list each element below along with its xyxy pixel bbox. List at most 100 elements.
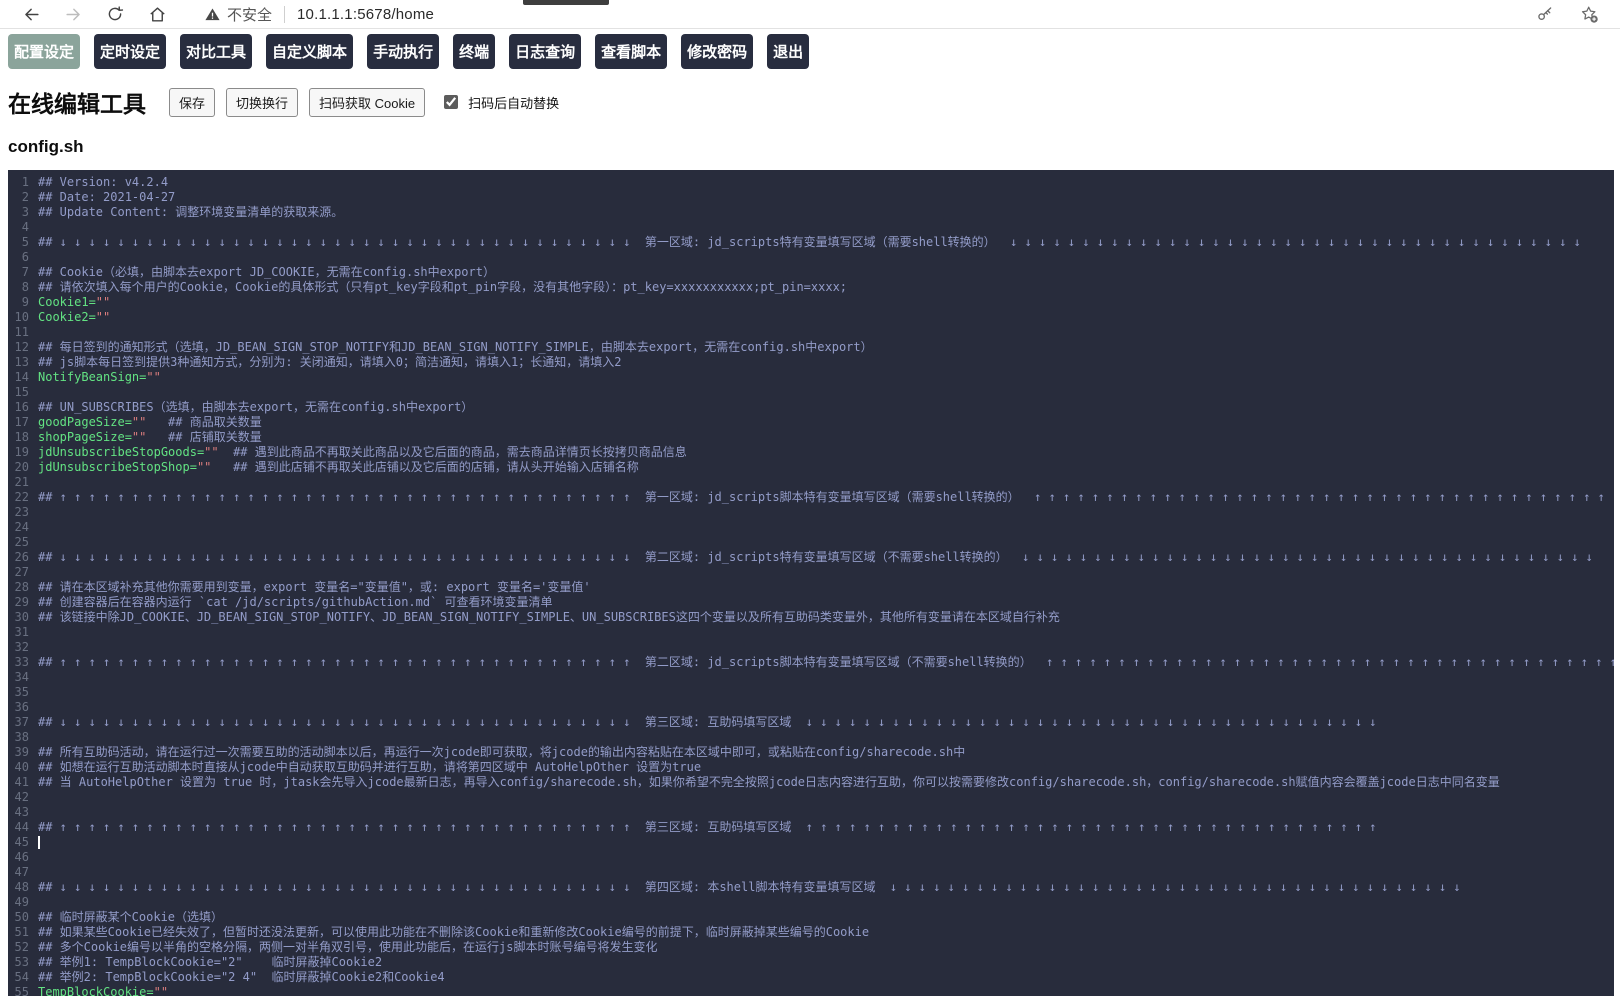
forward-icon[interactable] (62, 3, 84, 25)
editor-line[interactable]: 47 (8, 865, 1614, 880)
password-key-icon[interactable] (1534, 3, 1556, 25)
editor-line[interactable]: 34 (8, 670, 1614, 685)
favorites-add-icon[interactable] (1578, 3, 1600, 25)
line-number: 2 (8, 190, 38, 205)
editor-line[interactable]: 32 (8, 640, 1614, 655)
editor-line[interactable]: 54## 举例2: TempBlockCookie="2 4" 临时屏蔽掉Coo… (8, 970, 1614, 985)
code-text: jdUnsubscribeStopGoods="" ## 遇到此商品不再取关此商… (38, 445, 687, 460)
editor-line[interactable]: 21 (8, 475, 1614, 490)
editor-line[interactable]: 24 (8, 520, 1614, 535)
home-icon[interactable] (146, 3, 168, 25)
editor-line[interactable]: 18shopPageSize="" ## 店铺取关数量 (8, 430, 1614, 445)
editor-line[interactable]: 3## Update Content: 调整环境变量清单的获取来源。 (8, 205, 1614, 220)
code-text: ## ↑ ↑ ↑ ↑ ↑ ↑ ↑ ↑ ↑ ↑ ↑ ↑ ↑ ↑ ↑ ↑ ↑ ↑ ↑… (38, 490, 1605, 505)
auto-replace-checkbox[interactable] (444, 95, 458, 109)
editor-line[interactable]: 22## ↑ ↑ ↑ ↑ ↑ ↑ ↑ ↑ ↑ ↑ ↑ ↑ ↑ ↑ ↑ ↑ ↑ ↑… (8, 490, 1614, 505)
nav-item-change-password[interactable]: 修改密码 (681, 34, 753, 69)
editor-line[interactable]: 45 (8, 835, 1614, 850)
nav-item-log-query[interactable]: 日志查询 (509, 34, 581, 69)
line-number: 7 (8, 265, 38, 280)
line-number: 36 (8, 700, 38, 715)
security-indicator[interactable]: 不安全 (204, 4, 272, 25)
editor-line[interactable]: 46 (8, 850, 1614, 865)
line-number: 1 (8, 175, 38, 190)
editor-line[interactable]: 8## 请依次填入每个用户的Cookie，Cookie的具体形式（只有pt_ke… (8, 280, 1614, 295)
editor-line[interactable]: 16## UN_SUBSCRIBES（选填，由脚本去export，无需在conf… (8, 400, 1614, 415)
nav-item-custom-script[interactable]: 自定义脚本 (266, 34, 353, 69)
nav-item-logout[interactable]: 退出 (767, 34, 809, 69)
editor-line[interactable]: 38 (8, 730, 1614, 745)
line-number: 50 (8, 910, 38, 925)
editor-line[interactable]: 52## 多个Cookie编号以半角的空格分隔，两侧一对半角双引号，使用此功能后… (8, 940, 1614, 955)
editor-line[interactable]: 30## 该链接中除JD_COOKIE、JD_BEAN_SIGN_STOP_NO… (8, 610, 1614, 625)
editor-line[interactable]: 9Cookie1="" (8, 295, 1614, 310)
save-button[interactable]: 保存 (169, 88, 215, 117)
editor-line[interactable]: 15 (8, 385, 1614, 400)
editor-line[interactable]: 10Cookie2="" (8, 310, 1614, 325)
editor-line[interactable]: 35 (8, 685, 1614, 700)
editor-line[interactable]: 13## js脚本每日签到提供3种通知方式，分别为: 关闭通知，请填入0；简洁通… (8, 355, 1614, 370)
editor-line[interactable]: 19jdUnsubscribeStopGoods="" ## 遇到此商品不再取关… (8, 445, 1614, 460)
editor-line[interactable]: 20jdUnsubscribeStopShop="" ## 遇到此店铺不再取关此… (8, 460, 1614, 475)
nav-item-view-script[interactable]: 查看脚本 (595, 34, 667, 69)
editor-line[interactable]: 50## 临时屏蔽某个Cookie（选填） (8, 910, 1614, 925)
nav-item-manual-run[interactable]: 手动执行 (367, 34, 439, 69)
editor-line[interactable]: 36 (8, 700, 1614, 715)
toggle-wrap-button[interactable]: 切换换行 (226, 88, 298, 117)
line-number: 46 (8, 850, 38, 865)
editor-line[interactable]: 37## ↓ ↓ ↓ ↓ ↓ ↓ ↓ ↓ ↓ ↓ ↓ ↓ ↓ ↓ ↓ ↓ ↓ ↓… (8, 715, 1614, 730)
editor-line[interactable]: 27 (8, 565, 1614, 580)
editor-line[interactable]: 51## 如果某些Cookie已经失效了，但暂时还没法更新，可以使用此功能在不删… (8, 925, 1614, 940)
editor-line[interactable]: 44## ↑ ↑ ↑ ↑ ↑ ↑ ↑ ↑ ↑ ↑ ↑ ↑ ↑ ↑ ↑ ↑ ↑ ↑… (8, 820, 1614, 835)
editor-line[interactable]: 12## 每日签到的通知形式（选填，JD_BEAN_SIGN_STOP_NOTI… (8, 340, 1614, 355)
line-number: 13 (8, 355, 38, 370)
editor-line[interactable]: 1## Version: v4.2.4 (8, 175, 1614, 190)
editor-line[interactable]: 31 (8, 625, 1614, 640)
editor-line[interactable]: 5## ↓ ↓ ↓ ↓ ↓ ↓ ↓ ↓ ↓ ↓ ↓ ↓ ↓ ↓ ↓ ↓ ↓ ↓ … (8, 235, 1614, 250)
editor-line[interactable]: 55TempBlockCookie="" (8, 985, 1614, 996)
browser-chrome: 不安全 10.1.1.1:5678/home (0, 0, 1620, 29)
address-url[interactable]: 10.1.1.1:5678/home (297, 6, 434, 23)
nav-item-compare-tool[interactable]: 对比工具 (180, 34, 252, 69)
editor-line[interactable]: 40## 如想在运行互助活动脚本时直接从jcode中自动获取互助码并进行互助，请… (8, 760, 1614, 775)
refresh-icon[interactable] (104, 3, 126, 25)
line-number: 47 (8, 865, 38, 880)
code-text (38, 835, 40, 850)
line-number: 20 (8, 460, 38, 475)
editor-line[interactable]: 2## Date: 2021-04-27 (8, 190, 1614, 205)
editor-line[interactable]: 17goodPageSize="" ## 商品取关数量 (8, 415, 1614, 430)
editor-line[interactable]: 28## 请在本区域补充其他你需要用到变量，export 变量名="变量值"，或… (8, 580, 1614, 595)
editor-line[interactable]: 53## 举例1: TempBlockCookie="2" 临时屏蔽掉Cooki… (8, 955, 1614, 970)
editor-line[interactable]: 23 (8, 505, 1614, 520)
editor-line[interactable]: 39## 所有互助码活动，请在运行过一次需要互助的活动脚本以后，再运行一次jco… (8, 745, 1614, 760)
line-number: 55 (8, 985, 38, 996)
file-name: config.sh (8, 137, 1620, 157)
editor-line[interactable]: 6 (8, 250, 1614, 265)
nav-item-terminal[interactable]: 终端 (453, 34, 495, 69)
code-text: ## 创建容器后在容器内运行 `cat /jd/scripts/githubAc… (38, 595, 553, 610)
editor-line[interactable]: 25 (8, 535, 1614, 550)
nav-item-config-settings[interactable]: 配置设定 (8, 34, 80, 69)
editor-line[interactable]: 11 (8, 325, 1614, 340)
editor-line[interactable]: 7## Cookie（必填，由脚本去export JD_COOKIE，无需在co… (8, 265, 1614, 280)
editor-line[interactable]: 42 (8, 790, 1614, 805)
editor-line[interactable]: 29## 创建容器后在容器内运行 `cat /jd/scripts/github… (8, 595, 1614, 610)
editor-line[interactable]: 41## 当 AutoHelpOther 设置为 true 时，jtask会先导… (8, 775, 1614, 790)
editor-line[interactable]: 26## ↓ ↓ ↓ ↓ ↓ ↓ ↓ ↓ ↓ ↓ ↓ ↓ ↓ ↓ ↓ ↓ ↓ ↓… (8, 550, 1614, 565)
editor-line[interactable]: 49 (8, 895, 1614, 910)
editor-line[interactable]: 43 (8, 805, 1614, 820)
back-icon[interactable] (20, 3, 42, 25)
line-number: 52 (8, 940, 38, 955)
code-editor[interactable]: 1## Version: v4.2.42## Date: 2021-04-273… (8, 170, 1614, 996)
nav-item-schedule-settings[interactable]: 定时设定 (94, 34, 166, 69)
editor-line[interactable]: 48## ↓ ↓ ↓ ↓ ↓ ↓ ↓ ↓ ↓ ↓ ↓ ↓ ↓ ↓ ↓ ↓ ↓ ↓… (8, 880, 1614, 895)
editor-line[interactable]: 4 (8, 220, 1614, 235)
scan-cookie-button[interactable]: 扫码获取 Cookie (309, 88, 425, 117)
code-text: ## 每日签到的通知形式（选填，JD_BEAN_SIGN_STOP_NOTIFY… (38, 340, 873, 355)
code-text: ## Date: 2021-04-27 (38, 190, 175, 205)
line-number: 21 (8, 475, 38, 490)
editor-line[interactable]: 14NotifyBeanSign="" (8, 370, 1614, 385)
line-number: 37 (8, 715, 38, 730)
editor-line[interactable]: 33## ↑ ↑ ↑ ↑ ↑ ↑ ↑ ↑ ↑ ↑ ↑ ↑ ↑ ↑ ↑ ↑ ↑ ↑… (8, 655, 1614, 670)
code-text: ## ↑ ↑ ↑ ↑ ↑ ↑ ↑ ↑ ↑ ↑ ↑ ↑ ↑ ↑ ↑ ↑ ↑ ↑ ↑… (38, 655, 1614, 670)
